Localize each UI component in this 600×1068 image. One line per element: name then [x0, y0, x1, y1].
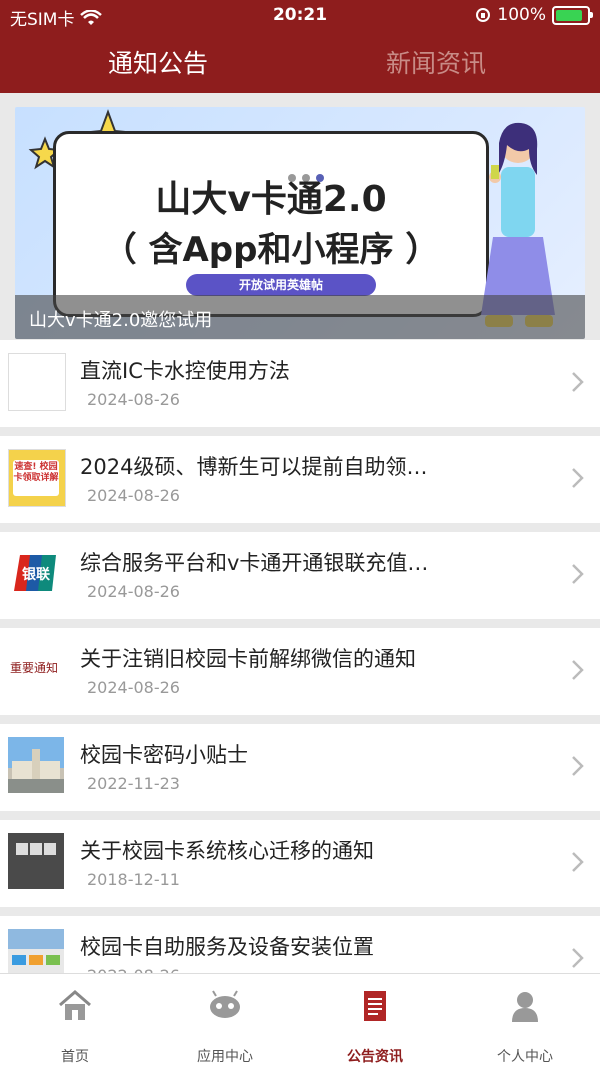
chevron-right-icon [572, 756, 584, 776]
battery-icon [552, 5, 593, 25]
status-bar: 无SIM卡 20:21 100% [0, 0, 600, 32]
notice-date: 2018-12-11 [87, 870, 180, 889]
notice-thumbnail-unionpay: 银联 [8, 545, 64, 601]
notice-date: 2024-08-26 [87, 390, 180, 409]
chevron-right-icon [572, 852, 584, 872]
notice-item[interactable]: 速查! 校园卡领取详解 2024级硕、博新生可以提前自助领… 2024-08-2… [0, 436, 600, 523]
notice-title: 关于校园卡系统核心迁移的通知 [80, 839, 374, 863]
notice-thumbnail-blank [8, 353, 66, 411]
chevron-right-icon [572, 660, 584, 680]
thumb-label: 速查! 校园卡领取详解 [13, 460, 59, 496]
tab-news[interactable]: 新闻资讯 [386, 44, 486, 80]
battery-percent: 100% [497, 5, 546, 25]
app-header: 无SIM卡 20:21 100% 通知公告 新闻资讯 [0, 0, 600, 93]
notice-date: 2024-08-26 [87, 678, 180, 697]
notice-date: 2024-08-26 [87, 486, 180, 505]
top-tabs: 通知公告 新闻资讯 [0, 32, 600, 93]
bottom-tab-bar: 首页 应用中心 公告资讯 个人中心 [0, 973, 600, 1068]
robot-icon [210, 990, 240, 1018]
notice-title: 综合服务平台和v卡通开通银联充值… [80, 551, 429, 575]
poster-title: 山大v卡通2.0 [155, 179, 387, 220]
thumb-label: 重要通知 [10, 661, 59, 675]
tab-label: 个人中心 [497, 1049, 553, 1065]
chevron-right-icon [572, 564, 584, 584]
tab-label: 公告资讯 [347, 1049, 403, 1065]
notice-list: 直流IC卡水控使用方法 2024-08-26 速查! 校园卡领取详解 2024级… [0, 340, 600, 1012]
notice-thumbnail-campus [8, 737, 64, 793]
tab-apps[interactable]: 应用中心 [150, 974, 300, 1068]
notice-thumbnail-qrcodes [8, 833, 64, 889]
banner-carousel[interactable]: 山大v卡通2.0 （ 含App和小程序 ） 开放试用英雄帖 山大v卡通2.0邀您… [15, 107, 585, 339]
banner-poster: 山大v卡通2.0 （ 含App和小程序 ） 开放试用英雄帖 [53, 131, 489, 317]
qr-code-icon [16, 843, 56, 855]
chevron-right-icon [572, 372, 584, 392]
notice-item[interactable]: 校园卡密码小贴士 2022-11-23 [0, 724, 600, 811]
thumb-label: 银联 [22, 567, 50, 583]
notice-title: 校园卡自助服务及设备安装位置 [80, 935, 374, 959]
notice-date: 2022-11-23 [87, 774, 180, 793]
document-icon [364, 991, 386, 1021]
tab-label: 应用中心 [197, 1049, 253, 1065]
notice-title: 2024级硕、博新生可以提前自助领… [80, 455, 428, 479]
notice-item[interactable]: 重要通知 关于注销旧校园卡前解绑微信的通知 2024-08-26 [0, 628, 600, 715]
chevron-right-icon [572, 468, 584, 488]
campus-building-icon [8, 749, 64, 793]
notice-date: 2024-08-26 [87, 582, 180, 601]
poster-subtitle: （ 含App和小程序 ） [102, 230, 440, 270]
notice-title: 直流IC卡水控使用方法 [80, 359, 290, 383]
home-icon [59, 990, 91, 1020]
tab-label: 首页 [61, 1049, 89, 1065]
banner-caption-bar: 山大v卡通2.0邀您试用 [15, 295, 585, 339]
notice-item[interactable]: 直流IC卡水控使用方法 2024-08-26 [0, 340, 600, 427]
orientation-lock-icon [476, 8, 491, 22]
tab-profile[interactable]: 个人中心 [450, 974, 600, 1068]
notice-item[interactable]: 关于校园卡系统核心迁移的通知 2018-12-11 [0, 820, 600, 907]
banner-caption: 山大v卡通2.0邀您试用 [29, 310, 213, 331]
tab-home[interactable]: 首页 [0, 974, 150, 1068]
notice-thumbnail-important: 重要通知 [8, 641, 64, 697]
notice-title: 校园卡密码小贴士 [80, 743, 248, 767]
tab-announcements[interactable]: 公告资讯 [300, 974, 450, 1068]
chevron-right-icon [572, 948, 584, 968]
notice-thumbnail-card-guide: 速查! 校园卡领取详解 [8, 449, 66, 507]
notice-title: 关于注销旧校园卡前解绑微信的通知 [80, 647, 416, 671]
user-icon [512, 992, 538, 1022]
poster-pill: 开放试用英雄帖 [186, 274, 376, 296]
tab-notices[interactable]: 通知公告 [108, 44, 208, 80]
notice-item[interactable]: 银联 综合服务平台和v卡通开通银联充值… 2024-08-26 [0, 532, 600, 619]
